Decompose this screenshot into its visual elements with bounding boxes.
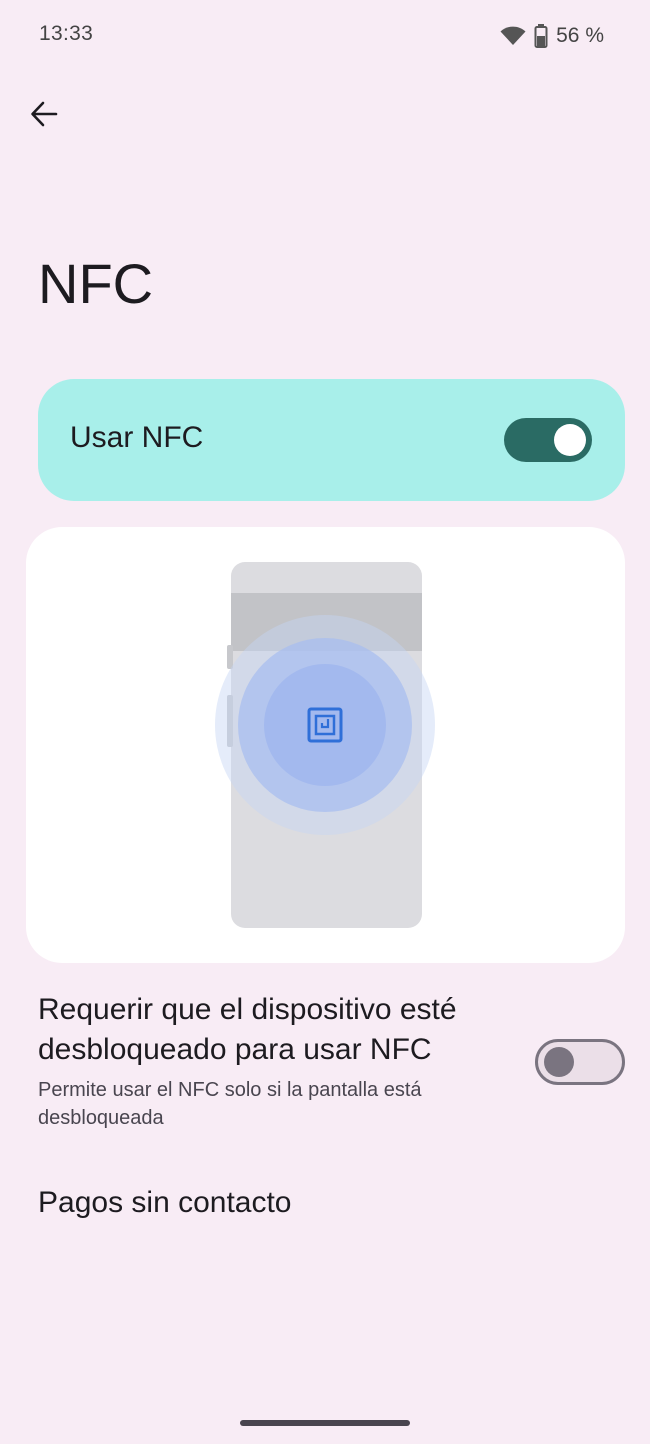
use-nfc-label: Usar NFC [70, 421, 204, 454]
page-title: NFC [38, 252, 154, 315]
battery-icon [534, 24, 548, 48]
nfc-wave-inner [264, 664, 386, 786]
switch-thumb [554, 424, 586, 456]
require-unlock-title: Requerir que el dispositivo esté desbloq… [38, 993, 457, 1066]
battery-percentage: 56 % [556, 24, 604, 47]
use-nfc-toggle-row[interactable]: Usar NFC [38, 379, 625, 501]
status-bar: 13:33 56 % [0, 0, 650, 72]
gesture-nav-handle[interactable] [240, 1420, 410, 1426]
switch-thumb [544, 1047, 574, 1077]
use-nfc-switch[interactable] [504, 418, 592, 462]
wifi-icon [500, 26, 526, 46]
require-unlock-summary: Permite usar el NFC solo si la pantalla … [38, 1079, 422, 1129]
back-button[interactable] [20, 92, 68, 140]
contactless-payments-item[interactable]: Pagos sin contacto [38, 1186, 292, 1220]
arrow-back-icon [29, 99, 59, 134]
require-unlock-row[interactable]: Requerir que el dispositivo esté desbloq… [38, 990, 625, 1140]
status-icons: 56 % [500, 22, 604, 50]
nfc-illustration [26, 527, 625, 963]
require-unlock-switch[interactable] [535, 1039, 625, 1085]
status-time: 13:33 [39, 22, 94, 45]
